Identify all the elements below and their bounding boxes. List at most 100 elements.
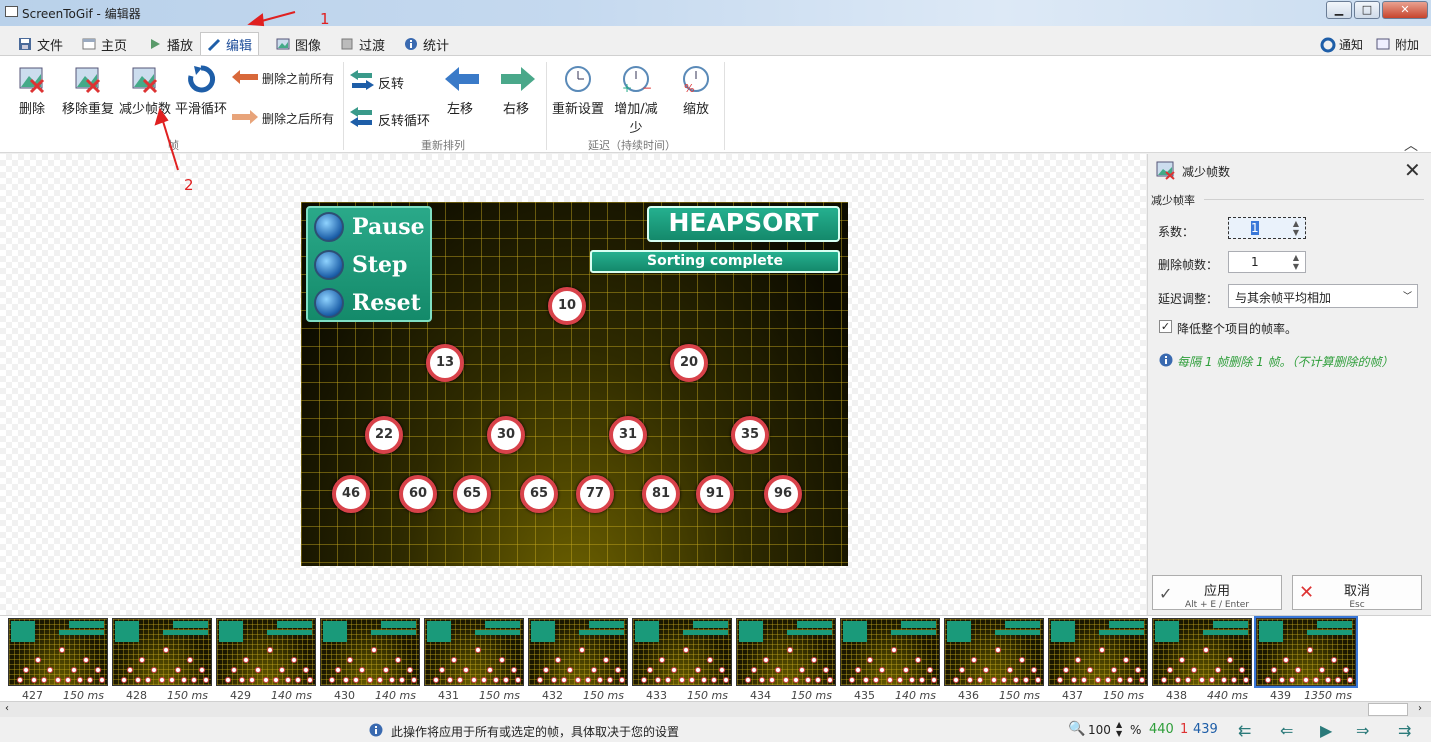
attach-button[interactable]: 附加 xyxy=(1370,32,1425,56)
zoom-unit: % xyxy=(1130,723,1142,737)
scroll-right-icon[interactable]: › xyxy=(1418,703,1422,714)
yoyo-icon xyxy=(350,107,374,131)
apply-button[interactable]: ✓ 应用 Alt + E / Enter xyxy=(1152,575,1282,610)
delay-select[interactable]: 与其余帧平均相加 ﹀ xyxy=(1228,284,1418,308)
zoom-spinner-icon[interactable]: ▲ ▼ xyxy=(1116,720,1122,738)
remove-duplicates-button[interactable]: 移除重复 xyxy=(60,64,116,117)
frame-thumbnail[interactable]: 435 140 ms xyxy=(840,618,940,702)
home-icon xyxy=(82,37,96,51)
collapse-ribbon-icon[interactable]: ︿ xyxy=(1404,135,1418,155)
play-icon[interactable]: ▶ xyxy=(1320,721,1332,740)
smooth-loop-button[interactable]: 平滑循环 xyxy=(173,64,229,117)
override-delay-button[interactable]: 重新设置 xyxy=(552,64,604,117)
thumbnail-image xyxy=(632,618,732,686)
tab-home[interactable]: 主页 xyxy=(76,32,133,56)
delete-before-button[interactable]: 删除之前所有 xyxy=(232,70,334,87)
horizontal-scrollbar[interactable]: ‹ › xyxy=(0,701,1431,717)
scroll-left-icon[interactable]: ‹ xyxy=(5,703,9,714)
heap-node: 10 xyxy=(548,287,586,325)
svg-text:%: % xyxy=(684,82,694,94)
reduce-frames-icon xyxy=(1156,160,1176,183)
thumbnail-image xyxy=(112,618,212,686)
thumbnail-image xyxy=(424,618,524,686)
remove-input[interactable]: 1 ▲ ▼ xyxy=(1228,251,1306,273)
scale-label: 缩放 xyxy=(682,102,709,117)
scale-delay-button[interactable]: % 缩放 xyxy=(676,64,716,117)
remove-duplicates-icon xyxy=(73,64,103,94)
move-left-button[interactable]: 左移 xyxy=(440,64,480,117)
notify-label: 通知 xyxy=(1339,37,1364,52)
check-icon: ✓ xyxy=(1159,584,1173,603)
tab-label: 图像 xyxy=(295,38,322,54)
frame-preview: Pause Step Reset HEAPSORT Sorting comple… xyxy=(301,202,848,566)
factor-value: 1 xyxy=(1251,221,1259,235)
maximize-button[interactable]: □ xyxy=(1354,1,1380,19)
frame-thumbnail[interactable]: 431 150 ms xyxy=(424,618,524,702)
panel-close-icon[interactable]: ✕ xyxy=(1404,158,1421,182)
step-label: Step xyxy=(352,252,408,278)
factor-input[interactable]: 1 ▲ ▼ xyxy=(1228,217,1306,239)
annotation-2: 2 xyxy=(184,176,194,194)
frame-thumbnail[interactable]: 427 150 ms xyxy=(8,618,108,702)
frame-thumbnail[interactable]: 429 140 ms xyxy=(216,618,316,702)
notify-button[interactable]: 通知 xyxy=(1314,32,1369,56)
loop-icon xyxy=(186,64,216,94)
reduce-project-checkbox[interactable]: ✓ xyxy=(1159,320,1172,333)
image-icon xyxy=(276,37,290,51)
spinner-icon[interactable]: ▲ ▼ xyxy=(1293,219,1299,237)
yoyo-button[interactable]: 反转循环 xyxy=(350,107,430,131)
arrow-left-dashed-icon xyxy=(232,70,258,87)
reverse-button[interactable]: 反转 xyxy=(350,70,404,94)
frame-thumbnail[interactable]: 430 140 ms xyxy=(320,618,420,702)
remove-value: 1 xyxy=(1251,255,1259,269)
section-title: 减少帧率 xyxy=(1151,194,1195,207)
frame-thumbnail[interactable]: 438 440 ms xyxy=(1152,618,1252,702)
current-frame: 439 xyxy=(1193,722,1218,737)
reduce-frames-label: 减少帧数 xyxy=(118,102,171,117)
tab-edit[interactable]: 编辑 xyxy=(200,32,260,56)
tab-statistics[interactable]: 统计 xyxy=(398,32,455,56)
delete-frame-icon xyxy=(17,64,47,94)
cancel-button[interactable]: ✕ 取消 Esc xyxy=(1292,575,1422,610)
spinner-icon[interactable]: ▲ ▼ xyxy=(1293,253,1299,271)
increase-decrease-button[interactable]: + − 增加/减少 xyxy=(608,64,664,136)
frame-thumbnail[interactable]: 433 150 ms xyxy=(632,618,732,702)
move-right-button[interactable]: 右移 xyxy=(496,64,536,117)
tab-file[interactable]: 文件 xyxy=(12,32,69,56)
tab-transition[interactable]: 过渡 xyxy=(334,32,391,56)
delete-button[interactable]: 删除 xyxy=(10,64,54,117)
divider xyxy=(1204,199,1424,200)
ball-icon xyxy=(314,288,344,318)
first-frame-icon[interactable]: ⇇ xyxy=(1238,721,1251,740)
play-icon xyxy=(148,37,162,51)
sorting-status: Sorting complete xyxy=(590,250,840,273)
frame-thumbnail[interactable]: 439 1350 ms xyxy=(1254,616,1358,702)
close-button[interactable]: ✕ xyxy=(1382,1,1428,19)
previous-frame-icon[interactable]: ⇐ xyxy=(1280,721,1293,740)
thumbnail-image xyxy=(8,618,108,686)
clock-plus-icon: + − xyxy=(621,64,652,95)
pause-game-button: Pause xyxy=(314,212,425,242)
tab-playback[interactable]: 播放 xyxy=(142,32,199,56)
delete-after-button[interactable]: 删除之后所有 xyxy=(232,110,334,127)
heap-node: 31 xyxy=(609,416,647,454)
last-frame-icon[interactable]: ⇉ xyxy=(1398,721,1411,740)
frame-thumbnail[interactable]: 428 150 ms xyxy=(112,618,212,702)
remove-label: 删除帧数： xyxy=(1158,258,1219,272)
divider xyxy=(724,62,725,150)
arrow-left-icon xyxy=(445,64,479,94)
next-frame-icon[interactable]: ⇒ xyxy=(1356,721,1369,740)
frame-thumbnail[interactable]: 437 150 ms xyxy=(1048,618,1148,702)
scroll-thumb[interactable] xyxy=(1368,703,1408,716)
override-label: 重新设置 xyxy=(552,102,605,117)
tab-label: 过渡 xyxy=(359,38,386,54)
frame-thumbnail[interactable]: 432 150 ms xyxy=(528,618,628,702)
frame-thumbnail[interactable]: 436 150 ms xyxy=(944,618,1044,702)
tab-image[interactable]: 图像 xyxy=(270,32,327,56)
minimize-button[interactable]: ▁ xyxy=(1326,1,1352,19)
reduce-frames-button[interactable]: 减少帧数 xyxy=(117,64,173,117)
status-message: 此操作将应用于所有或选定的帧，具体取决于您的设置 xyxy=(391,725,680,739)
tab-bar: 文件 主页 播放 编辑 图像 过渡 统计 通知 附加 xyxy=(0,26,1431,56)
zoom-value[interactable]: 100 xyxy=(1088,723,1111,737)
frame-thumbnail[interactable]: 434 150 ms xyxy=(736,618,836,702)
